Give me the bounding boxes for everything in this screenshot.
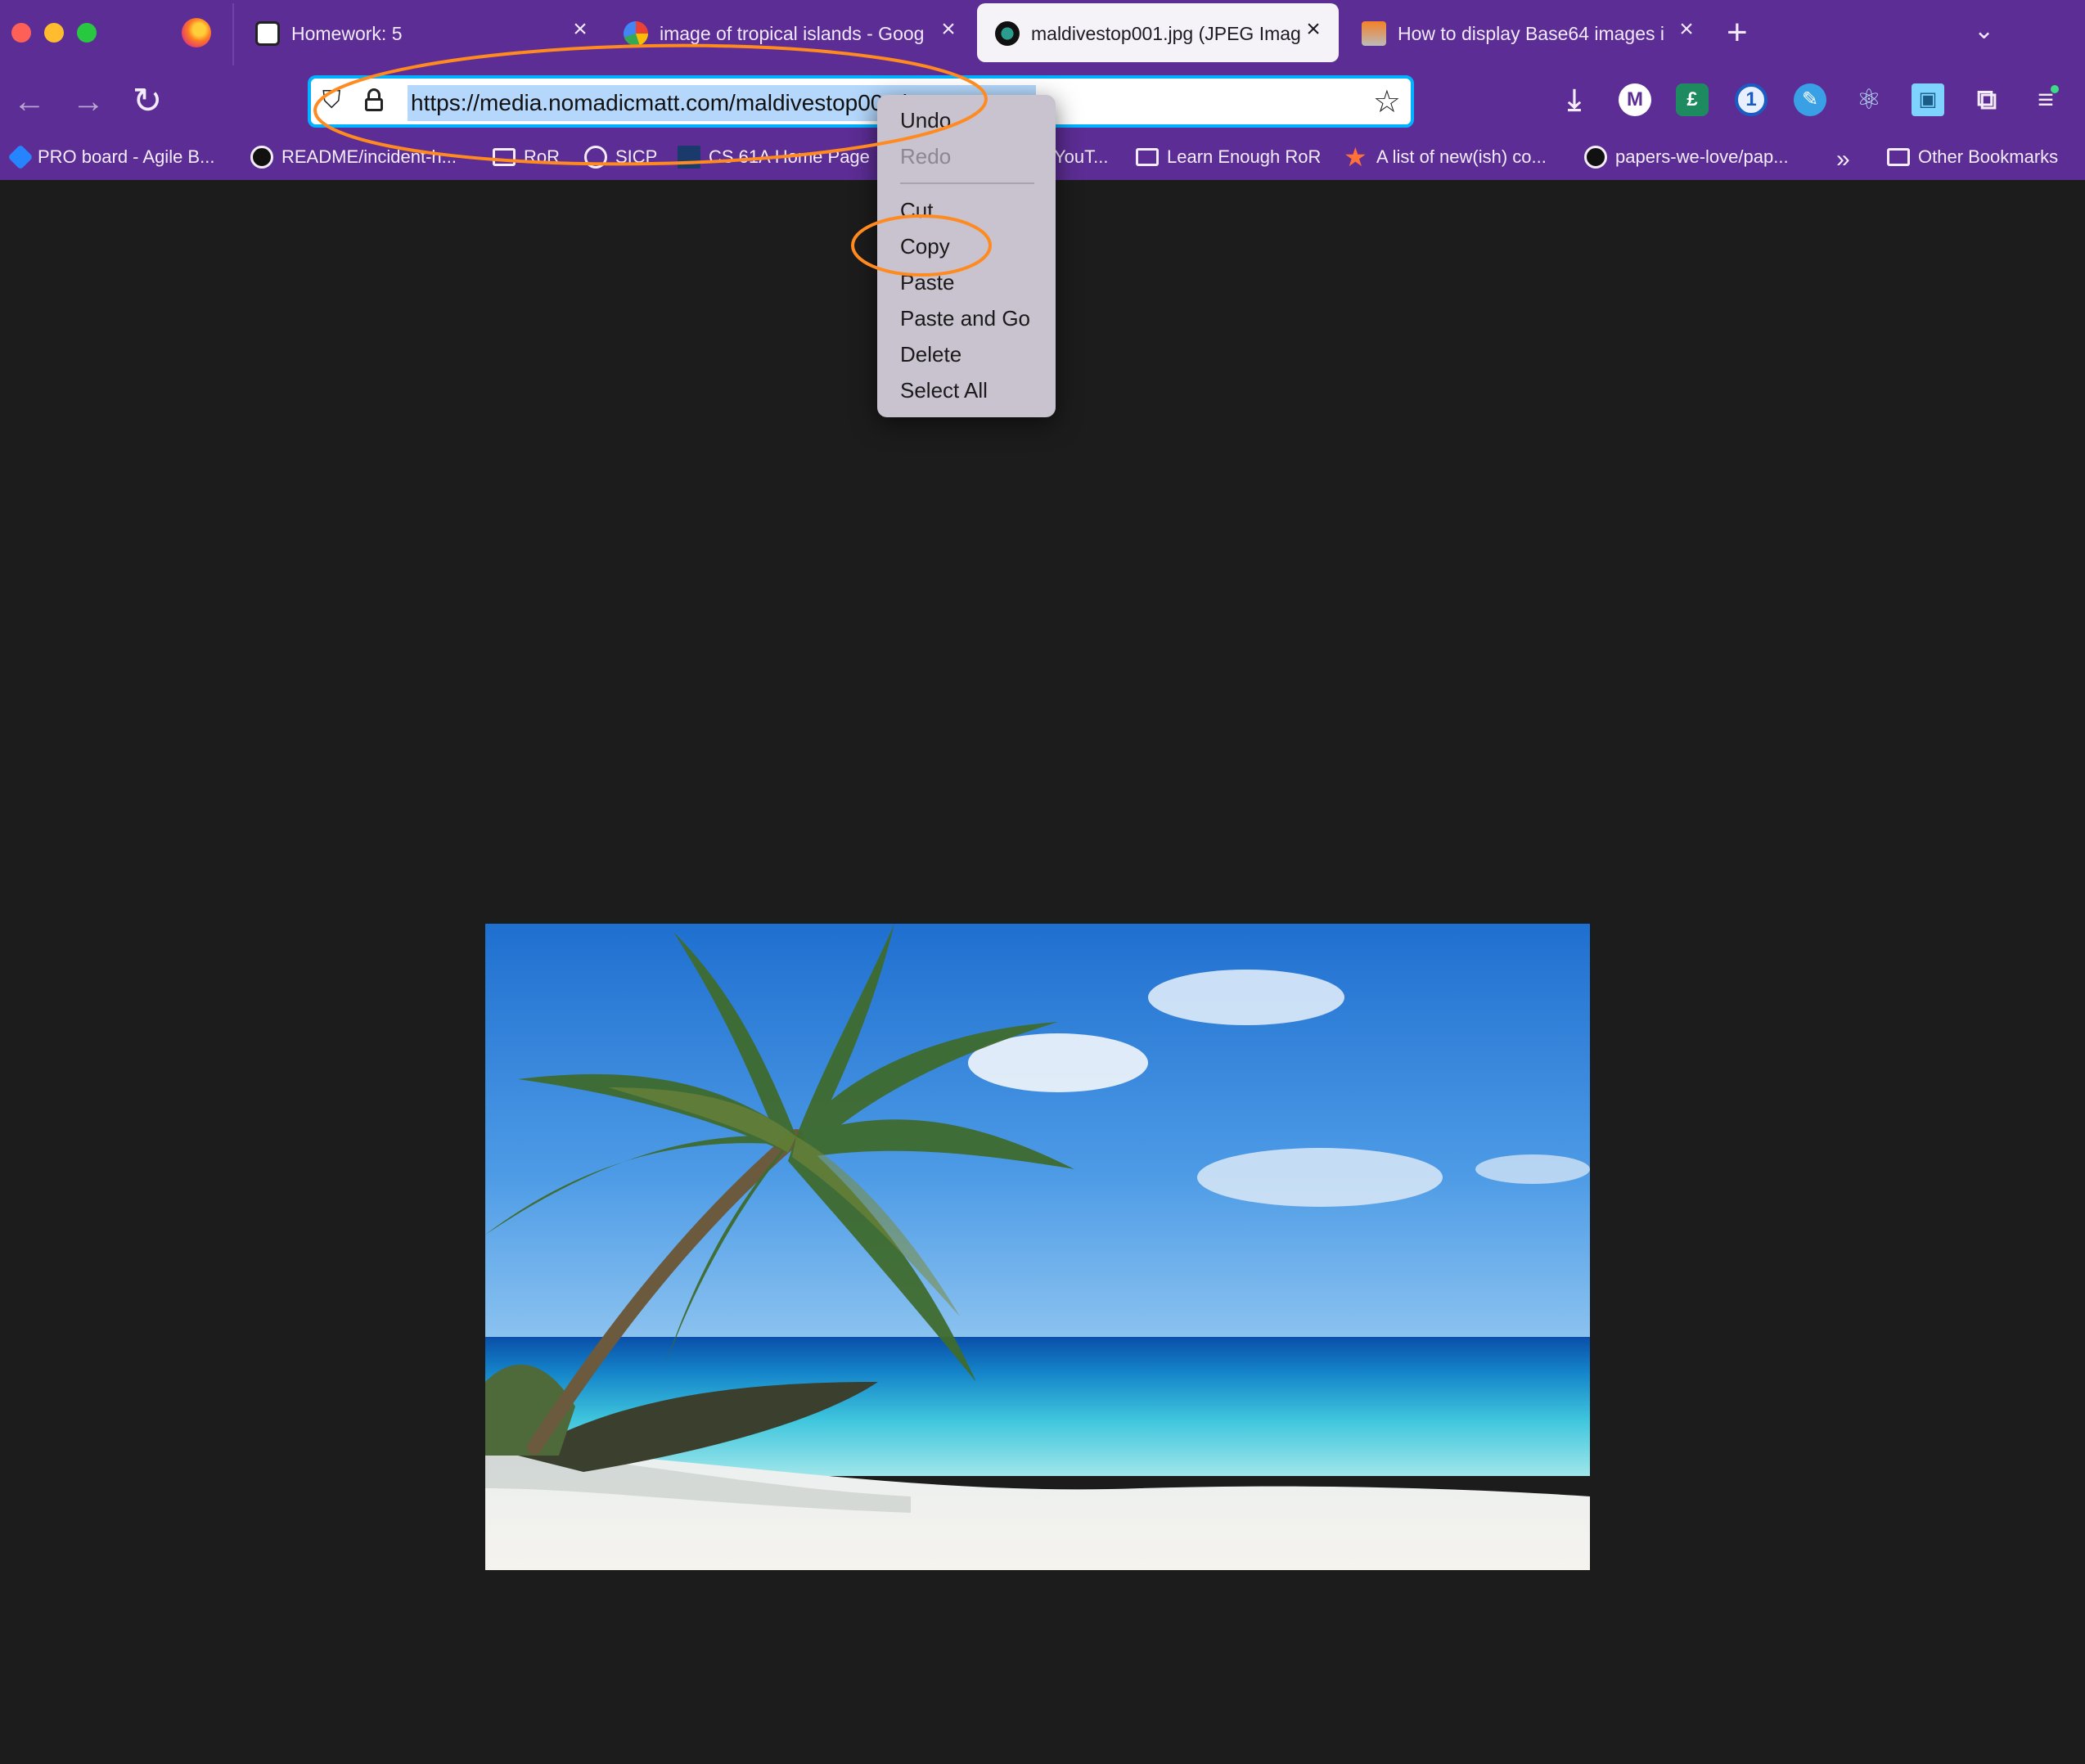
shield-extension-icon[interactable]: £ (1676, 83, 1709, 116)
address-bar[interactable]: ⛉ https://media.nomadicmatt.com/maldives… (308, 75, 1414, 128)
bookmark-folder[interactable]: RoR (493, 142, 560, 172)
bookmark-item[interactable]: PRO board - Agile B... (7, 142, 215, 172)
close-tab-icon[interactable]: × (1301, 17, 1326, 42)
forward-arrow-icon[interactable]: → (65, 79, 111, 124)
extensions-puzzle-icon[interactable]: ⧉ (1970, 83, 2003, 116)
globe-icon (584, 146, 607, 169)
bookmark-label: papers-we-love/pap... (1615, 146, 1789, 167)
nomadic-matt-icon (995, 21, 1020, 46)
tracking-protection-shield-icon[interactable]: ⛉ (322, 87, 341, 115)
bookmark-item[interactable]: YouT... (1054, 142, 1108, 172)
more-bookmarks-chevron-icon[interactable]: » (1836, 146, 1850, 173)
tropical-beach-palm-image (485, 924, 1590, 1570)
bookmark-label: Learn Enough RoR (1167, 146, 1322, 167)
tab-title: Homework: 5 (291, 23, 403, 44)
stackoverflow-icon (1362, 21, 1386, 46)
tab-bar: Homework: 5 × image of tropical islands … (0, 0, 2085, 69)
menu-item-cut[interactable]: Cut (900, 198, 933, 223)
bookmark-label: RoR (524, 146, 561, 167)
tab-google-search[interactable]: image of tropical islands - Goog × (606, 3, 974, 62)
react-devtools-icon[interactable]: ⚛ (1853, 83, 1885, 116)
bookmark-label: A list of new(ish) co... (1376, 146, 1547, 167)
menu-item-redo: Redo (900, 144, 952, 169)
bookmark-label: CS 61A Home Page (709, 146, 870, 167)
bookmark-label: Other Bookmarks (1918, 146, 2059, 167)
folder-icon (493, 148, 516, 166)
github-icon (250, 146, 273, 169)
screenshot-extension-icon[interactable]: ▣ (1912, 83, 1944, 116)
github-icon (1584, 146, 1607, 169)
pen-extension-icon[interactable]: ✎ (1794, 83, 1826, 116)
codepen-icon (255, 21, 280, 46)
folder-icon (1136, 148, 1159, 166)
firefox-logo-icon (182, 18, 211, 47)
bookmark-label: README/incident-h... (281, 146, 457, 167)
cs61a-icon (678, 146, 700, 169)
list-all-tabs-chevron-icon[interactable]: ⌄ (1974, 16, 1994, 45)
jira-icon (7, 144, 34, 170)
close-window-button[interactable] (11, 23, 31, 43)
bookmark-item[interactable]: SICP (584, 142, 657, 172)
google-icon (624, 21, 648, 46)
tab-homework[interactable]: Homework: 5 × (237, 3, 606, 62)
tab-title: maldivestop001.jpg (JPEG Image (1031, 23, 1301, 44)
menu-item-copy[interactable]: Copy (900, 234, 950, 259)
displayed-image[interactable] (485, 924, 1590, 1570)
menu-item-undo[interactable]: Undo (900, 108, 951, 133)
tab-divider (232, 3, 234, 65)
bookmark-label: SICP (615, 146, 658, 167)
update-badge (2051, 85, 2059, 93)
bookmark-folder[interactable]: Learn Enough RoR (1136, 142, 1321, 172)
menu-item-paste[interactable]: Paste (900, 270, 955, 295)
menu-item-paste-and-go[interactable]: Paste and Go (900, 306, 1030, 331)
star-icon: ★ (1344, 142, 1367, 172)
context-menu: Undo Redo Cut Copy Paste Paste and Go De… (877, 95, 1056, 417)
close-tab-icon[interactable]: × (1674, 17, 1699, 42)
close-tab-icon[interactable]: × (568, 17, 592, 42)
zoom-window-button[interactable] (77, 23, 97, 43)
reload-icon[interactable]: ↻ (124, 79, 170, 124)
menu-item-select-all[interactable]: Select All (900, 378, 988, 403)
bookmark-star-icon[interactable]: ☆ (1373, 83, 1401, 120)
bookmark-item[interactable]: ★ A list of new(ish) co... (1344, 142, 1547, 172)
bookmark-label: PRO board - Agile B... (38, 146, 215, 167)
tab-maldives-image[interactable]: maldivestop001.jpg (JPEG Image × (977, 3, 1339, 62)
bookmark-folder[interactable]: Other Bookmarks (1887, 142, 2058, 172)
close-tab-icon[interactable]: × (936, 17, 961, 42)
back-arrow-icon[interactable]: ← (7, 79, 52, 124)
folder-icon (1887, 148, 1910, 166)
lock-icon[interactable] (365, 88, 383, 111)
menu-item-delete[interactable]: Delete (900, 342, 961, 367)
downloads-icon[interactable]: ⤓ (1558, 83, 1591, 116)
new-tab-plus-icon[interactable]: + (1727, 13, 1748, 52)
password-manager-icon[interactable]: 1 (1735, 83, 1768, 116)
bookmark-label: YouT... (1054, 146, 1109, 167)
m-extension-icon[interactable]: M (1619, 83, 1651, 116)
bookmark-item[interactable]: README/incident-h... (250, 142, 457, 172)
bookmark-item[interactable]: CS 61A Home Page (678, 142, 870, 172)
tab-title: How to display Base64 images i (1398, 23, 1664, 44)
tab-title: image of tropical islands - Goog (660, 23, 925, 44)
menu-separator (900, 182, 1034, 184)
bookmark-item[interactable]: papers-we-love/pap... (1584, 142, 1789, 172)
minimize-window-button[interactable] (44, 23, 64, 43)
tab-base64-question[interactable]: How to display Base64 images i × (1344, 3, 1712, 62)
